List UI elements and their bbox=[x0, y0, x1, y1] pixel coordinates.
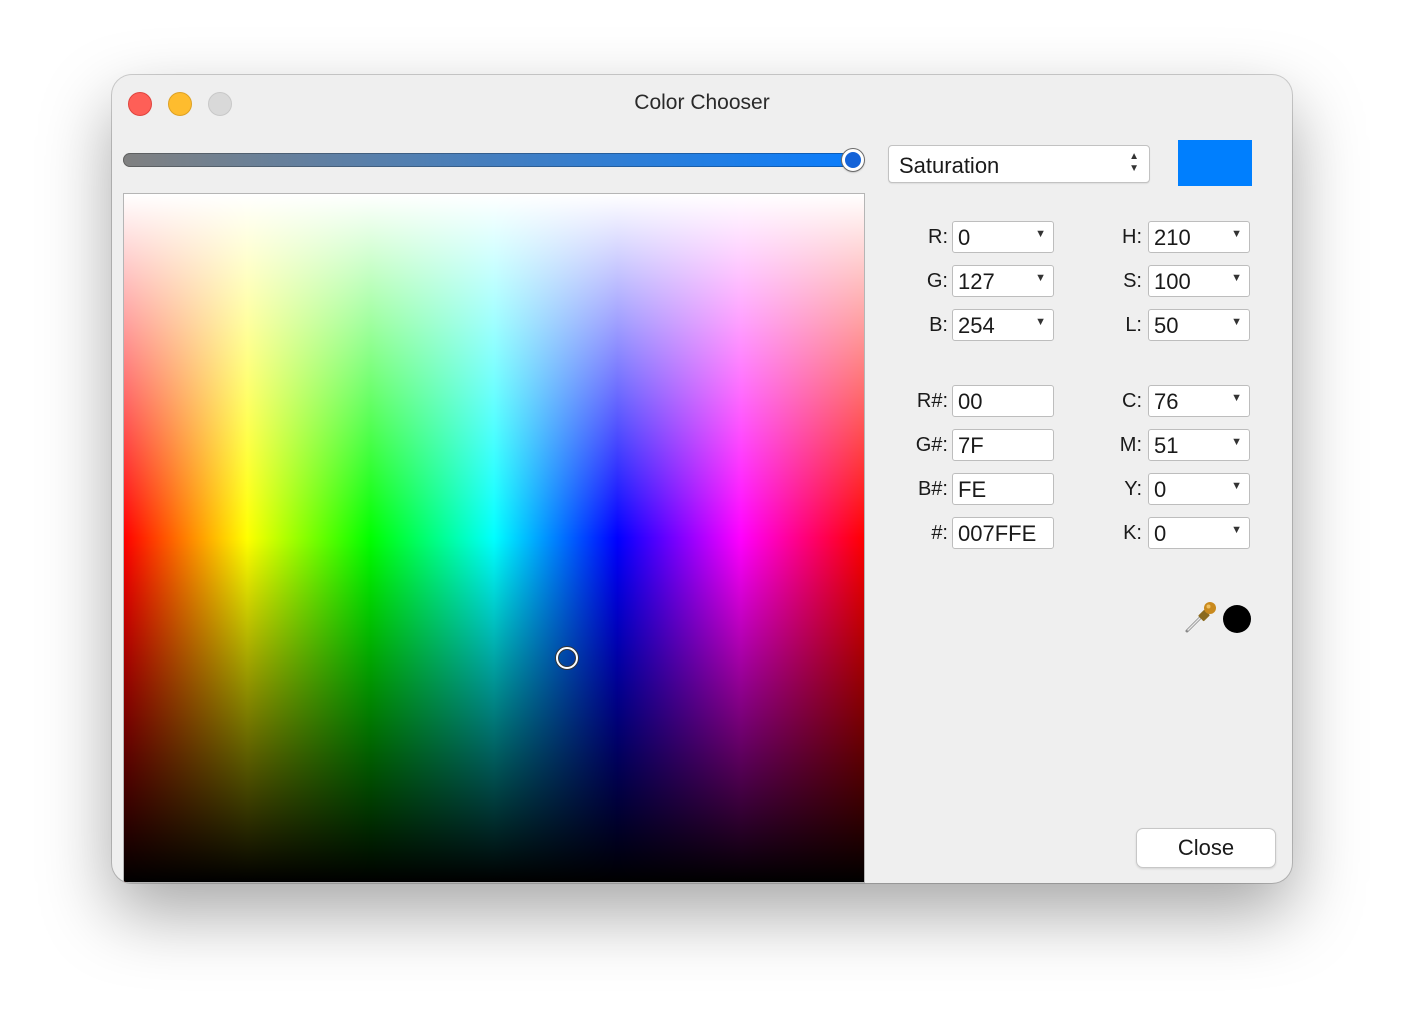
color-chooser-window: Color Chooser Saturation ▲ ▼ R: 0 ▼ G: 12… bbox=[112, 75, 1292, 883]
k-field[interactable]: 0 ▼ bbox=[1148, 517, 1250, 549]
dropdown-arrow-icon[interactable]: ▼ bbox=[1231, 228, 1242, 240]
k-label: K: bbox=[1123, 522, 1142, 544]
c-value: 76 bbox=[1154, 389, 1179, 414]
l-label: L: bbox=[1125, 314, 1142, 336]
m-label: M: bbox=[1119, 434, 1142, 456]
window-title: Color Chooser bbox=[634, 91, 770, 114]
close-button[interactable]: Close bbox=[1136, 828, 1276, 868]
dropdown-arrow-icon[interactable]: ▼ bbox=[1035, 316, 1046, 328]
m-field[interactable]: 51 ▼ bbox=[1148, 429, 1250, 461]
g-hex-label: G#: bbox=[915, 434, 948, 456]
eyedropper-icon[interactable] bbox=[1184, 600, 1218, 634]
saturation-slider-track[interactable] bbox=[123, 153, 854, 167]
g-label: G: bbox=[926, 270, 948, 292]
dropdown-arrow-icon[interactable]: ▼ bbox=[1231, 524, 1242, 536]
mode-select-label: Saturation bbox=[899, 153, 1000, 178]
sampled-color-dot bbox=[1223, 605, 1251, 633]
h-label: H: bbox=[1122, 226, 1142, 248]
g-hex-field[interactable]: 7F bbox=[952, 429, 1054, 461]
r-hex-value: 00 bbox=[958, 389, 983, 414]
dropdown-arrow-icon[interactable]: ▼ bbox=[1035, 228, 1046, 240]
y-label: Y: bbox=[1124, 478, 1142, 500]
r-field[interactable]: 0 ▼ bbox=[952, 221, 1054, 253]
b-value: 254 bbox=[958, 313, 995, 338]
g-value: 127 bbox=[958, 269, 995, 294]
s-field[interactable]: 100 ▼ bbox=[1148, 265, 1250, 297]
dropdown-arrow-icon[interactable]: ▼ bbox=[1231, 272, 1242, 284]
g-hex-value: 7F bbox=[958, 433, 984, 458]
l-field[interactable]: 50 ▼ bbox=[1148, 309, 1250, 341]
c-field[interactable]: 76 ▼ bbox=[1148, 385, 1250, 417]
k-value: 0 bbox=[1154, 521, 1167, 546]
dropdown-arrow-icon[interactable]: ▼ bbox=[1231, 480, 1242, 492]
mode-select[interactable]: Saturation ▲ ▼ bbox=[888, 145, 1150, 183]
c-label: C: bbox=[1122, 390, 1142, 412]
updown-arrows-icon: ▲ ▼ bbox=[1129, 151, 1139, 174]
b-hex-value: FE bbox=[958, 477, 987, 502]
y-field[interactable]: 0 ▼ bbox=[1148, 473, 1250, 505]
m-value: 51 bbox=[1154, 433, 1179, 458]
dropdown-arrow-icon[interactable]: ▼ bbox=[1231, 316, 1242, 328]
b-hex-label: B#: bbox=[917, 478, 948, 500]
h-value: 210 bbox=[1154, 225, 1191, 250]
color-field[interactable] bbox=[123, 193, 865, 883]
dropdown-arrow-icon[interactable]: ▼ bbox=[1035, 272, 1046, 284]
r-hex-field[interactable]: 00 bbox=[952, 385, 1054, 417]
s-label: S: bbox=[1123, 270, 1142, 292]
l-value: 50 bbox=[1154, 313, 1179, 338]
dropdown-arrow-icon[interactable]: ▼ bbox=[1231, 392, 1242, 404]
b-field[interactable]: 254 ▼ bbox=[952, 309, 1054, 341]
g-field[interactable]: 127 ▼ bbox=[952, 265, 1054, 297]
b-hex-field[interactable]: FE bbox=[952, 473, 1054, 505]
y-value: 0 bbox=[1154, 477, 1167, 502]
r-value: 0 bbox=[958, 225, 971, 250]
b-label: B: bbox=[929, 314, 948, 336]
s-value: 100 bbox=[1154, 269, 1191, 294]
current-color-swatch bbox=[1178, 140, 1252, 186]
r-hex-label: R#: bbox=[916, 390, 948, 412]
hex-value: 007FFE bbox=[958, 521, 1037, 546]
hex-label: #: bbox=[931, 522, 948, 544]
saturation-slider-knob[interactable] bbox=[842, 149, 864, 171]
hex-field[interactable]: 007FFE bbox=[952, 517, 1054, 549]
r-label: R: bbox=[928, 226, 948, 248]
dropdown-arrow-icon[interactable]: ▼ bbox=[1231, 436, 1242, 448]
color-picker-handle[interactable] bbox=[556, 647, 578, 669]
h-field[interactable]: 210 ▼ bbox=[1148, 221, 1250, 253]
